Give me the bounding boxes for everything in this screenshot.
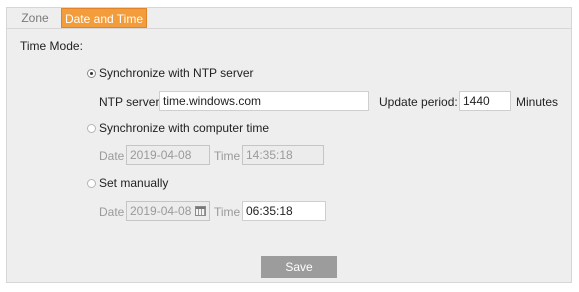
computer-time-input[interactable] (242, 145, 324, 165)
set-manually-label: Set manually (99, 176, 169, 190)
tab-zone[interactable]: Zone (13, 8, 57, 28)
update-period-label: Update period: (379, 95, 458, 109)
computer-date-label: Date (99, 149, 125, 163)
tab-bar: Zone Date and Time (7, 8, 571, 29)
manual-date-label: Date (99, 205, 125, 219)
calendar-icon[interactable] (195, 206, 206, 216)
time-mode-label: Time Mode: (20, 39, 83, 53)
radio-sync-computer[interactable] (87, 124, 96, 133)
sync-ntp-label: Synchronize with NTP server (99, 66, 254, 80)
manual-time-label: Time (214, 205, 241, 219)
update-period-input[interactable] (459, 91, 511, 111)
computer-time-label: Time (214, 149, 241, 163)
manual-time-input[interactable] (242, 201, 326, 221)
update-period-unit: Minutes (516, 95, 559, 109)
ntp-server-input[interactable] (159, 91, 369, 111)
computer-date-input[interactable] (126, 145, 210, 165)
radio-set-manually[interactable] (87, 179, 96, 188)
radio-sync-ntp[interactable] (87, 69, 96, 78)
save-button[interactable]: Save (261, 256, 337, 278)
tab-date-and-time[interactable]: Date and Time (61, 8, 147, 28)
ntp-server-label: NTP server: (99, 95, 163, 109)
sync-computer-label: Synchronize with computer time (99, 121, 270, 135)
